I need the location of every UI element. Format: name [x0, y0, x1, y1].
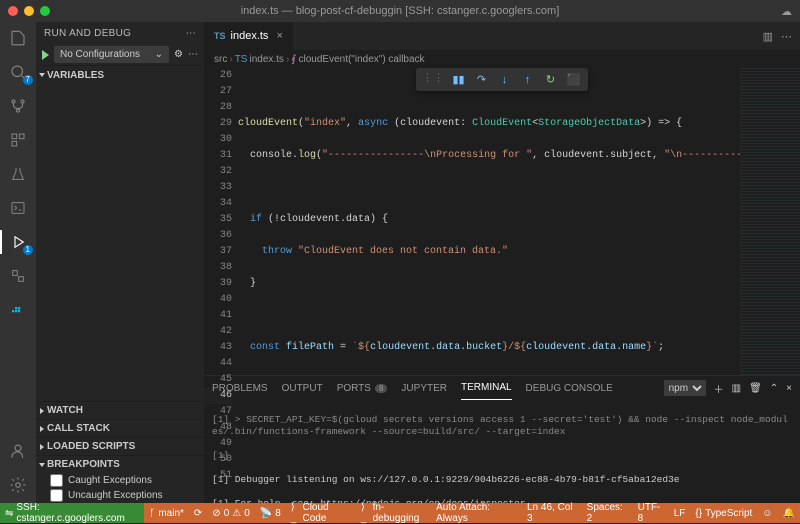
tab-index-ts[interactable]: TSindex.ts×	[204, 22, 294, 50]
notifications-icon[interactable]: 🔔	[778, 503, 800, 523]
remote-indicator[interactable]: ⇋SSH: cstanger.c.googlers.com	[0, 503, 144, 523]
testing-icon[interactable]	[8, 164, 28, 184]
minimize-window[interactable]	[24, 6, 34, 16]
tab-debug-console[interactable]: DEBUG CONSOLE	[526, 376, 613, 400]
ports-indicator[interactable]: 📡 8	[255, 503, 286, 523]
feedback-icon[interactable]: ☺	[757, 503, 777, 523]
step-over-button[interactable]: ↷	[473, 71, 490, 88]
loaded-scripts-section[interactable]: LOADED SCRIPTS	[36, 437, 204, 455]
ports-badge: 8	[375, 384, 387, 393]
bp-caught[interactable]: Caught Exceptions	[36, 473, 204, 488]
new-terminal-icon[interactable]: ＋	[714, 381, 724, 396]
bottom-panel: PROBLEMS OUTPUT PORTS8 JUPYTER TERMINAL …	[204, 375, 800, 503]
kill-terminal-icon[interactable]: 🗑	[749, 383, 762, 394]
callstack-section[interactable]: CALL STACK	[36, 419, 204, 437]
minimap[interactable]	[740, 68, 800, 375]
terminal-icon[interactable]	[8, 198, 28, 218]
debug-badge: 1	[23, 245, 33, 255]
eol-indicator[interactable]: LF	[669, 503, 691, 523]
run-debug-icon[interactable]: 1	[8, 232, 28, 252]
bp-uncaught[interactable]: Uncaught Exceptions	[36, 488, 204, 503]
tab-ports[interactable]: PORTS8	[337, 376, 388, 400]
editor-area: TSindex.ts× ▥ ⋯ src› TSindex.ts› ⨐cloudE…	[204, 22, 800, 503]
tab-jupyter[interactable]: JUPYTER	[401, 376, 447, 400]
maximize-window[interactable]	[40, 6, 50, 16]
tab-bar: TSindex.ts× ▥ ⋯	[204, 22, 800, 50]
terminal-content[interactable]: [1] > SECRET_API_KEY=$(gcloud secrets ve…	[204, 400, 800, 503]
close-window[interactable]	[8, 6, 18, 16]
titlebar: index.ts — blog-post-cf-debuggin [SSH: c…	[0, 0, 800, 22]
pause-button[interactable]: ▮▮	[450, 71, 467, 88]
extensions-icon[interactable]	[8, 130, 28, 150]
drag-handle-icon[interactable]: ⋮⋮	[422, 71, 444, 88]
watch-section[interactable]: WATCH	[36, 401, 204, 419]
line-gutter[interactable]: 2627282930313233343536373839404142434445…	[204, 68, 238, 375]
auto-attach-status[interactable]: Auto Attach: Always	[431, 503, 522, 523]
search-icon[interactable]: 7	[8, 62, 28, 82]
run-and-debug-title: RUN AND DEBUG	[44, 28, 131, 39]
window-controls	[8, 6, 50, 16]
more-icon[interactable]: ⋯	[186, 28, 196, 39]
close-panel-icon[interactable]: ×	[786, 383, 792, 394]
docker-icon[interactable]	[8, 300, 28, 320]
fn-debugging-status[interactable]: ⟩_ fn-debugging	[356, 503, 431, 523]
status-bar: ⇋SSH: cstanger.c.googlers.com ᚶ main* ⟳ …	[0, 503, 800, 523]
start-debug-button[interactable]	[42, 50, 49, 60]
window-title: index.ts — blog-post-cf-debuggin [SSH: c…	[241, 5, 560, 17]
language-indicator[interactable]: {} TypeScript	[690, 503, 757, 523]
maximize-panel-icon[interactable]: ⌃	[770, 383, 778, 394]
activity-bar: 7 1	[0, 22, 36, 503]
cursor-position[interactable]: Ln 46, Col 3	[522, 503, 582, 523]
step-into-button[interactable]: ↓	[496, 71, 513, 88]
breadcrumb[interactable]: src› TSindex.ts› ⨐cloudEvent("index") ca…	[204, 50, 800, 68]
tab-terminal[interactable]: TERMINAL	[461, 376, 512, 400]
editor-more-icon[interactable]: ⋯	[781, 30, 792, 43]
settings-icon[interactable]	[8, 475, 28, 495]
split-terminal-icon[interactable]: ▥	[732, 383, 741, 394]
explorer-icon[interactable]	[8, 28, 28, 48]
source-control-icon[interactable]	[8, 96, 28, 116]
cloud-code-icon[interactable]	[8, 266, 28, 286]
encoding-indicator[interactable]: UTF-8	[633, 503, 669, 523]
terminal-shell-select[interactable]: npm	[664, 380, 706, 396]
cloud-code-status[interactable]: ⟩_ Cloud Code	[286, 503, 356, 523]
variables-section[interactable]: VARIABLES	[36, 66, 204, 84]
branch-indicator[interactable]: ᚶ main*	[144, 503, 189, 523]
code-editor[interactable]: cloudEvent("index", async (cloudevent: C…	[238, 68, 740, 375]
cloud-icon[interactable]: ☁	[781, 5, 792, 18]
stop-button[interactable]: ⬛	[565, 71, 582, 88]
split-editor-icon[interactable]: ▥	[763, 30, 773, 43]
bp-uncaught-checkbox[interactable]	[50, 489, 63, 502]
restart-button[interactable]: ↻	[542, 71, 559, 88]
bp-caught-checkbox[interactable]	[50, 474, 63, 487]
close-tab-icon[interactable]: ×	[276, 30, 282, 42]
debug-toolbar[interactable]: ⋮⋮ ▮▮ ↷ ↓ ↑ ↻ ⬛	[416, 68, 588, 91]
tab-output[interactable]: OUTPUT	[282, 376, 323, 400]
indent-indicator[interactable]: Spaces: 2	[582, 503, 633, 523]
debug-config-select[interactable]: No Configurations⌄	[54, 46, 169, 63]
search-badge: 7	[23, 75, 33, 85]
step-out-button[interactable]: ↑	[519, 71, 536, 88]
debug-sidebar: RUN AND DEBUG ⋯ No Configurations⌄ ⚙ ⋯ VA…	[36, 22, 204, 503]
accounts-icon[interactable]	[8, 441, 28, 461]
sync-indicator[interactable]: ⟳	[189, 503, 207, 523]
breakpoints-section[interactable]: BREAKPOINTS	[36, 455, 204, 473]
debug-settings-icon[interactable]: ⚙	[174, 49, 183, 60]
errors-indicator[interactable]: ⊘ 0 ⚠ 0	[207, 503, 254, 523]
debug-more-icon[interactable]: ⋯	[188, 49, 198, 60]
